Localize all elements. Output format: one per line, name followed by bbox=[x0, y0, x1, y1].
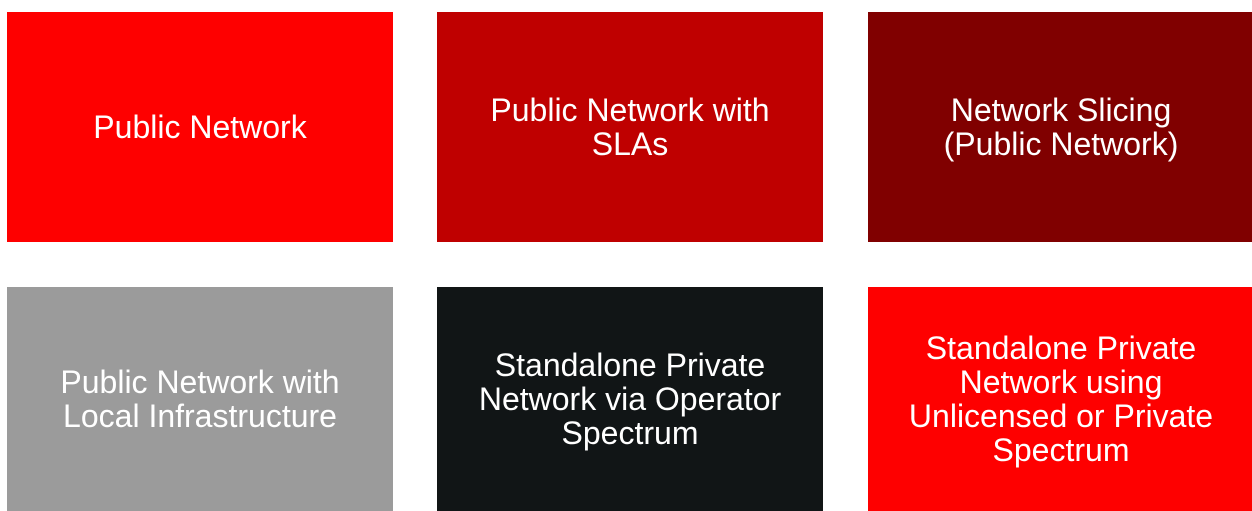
tile-label: Public Network with SLAs bbox=[490, 92, 770, 162]
tile-label: Public Network bbox=[93, 109, 307, 145]
tile-public-network: Public Network bbox=[7, 12, 393, 242]
tile-standalone-private-operator-spectrum: Standalone Private Network via Operator … bbox=[437, 287, 823, 511]
tile-network-slicing: Network Slicing (Public Network) bbox=[868, 12, 1252, 242]
tile-label: Standalone Private Network via Operator … bbox=[478, 347, 782, 451]
tile-standalone-private-unlicensed-spectrum: Standalone Private Network using Unlicen… bbox=[868, 287, 1252, 511]
tile-label: Public Network with Local Infrastructure bbox=[60, 364, 340, 434]
tile-label: Network Slicing (Public Network) bbox=[943, 92, 1179, 162]
tile-label: Standalone Private Network using Unlicen… bbox=[908, 330, 1214, 468]
tile-public-network-local-infrastructure: Public Network with Local Infrastructure bbox=[7, 287, 393, 511]
tile-public-network-with-slas: Public Network with SLAs bbox=[437, 12, 823, 242]
